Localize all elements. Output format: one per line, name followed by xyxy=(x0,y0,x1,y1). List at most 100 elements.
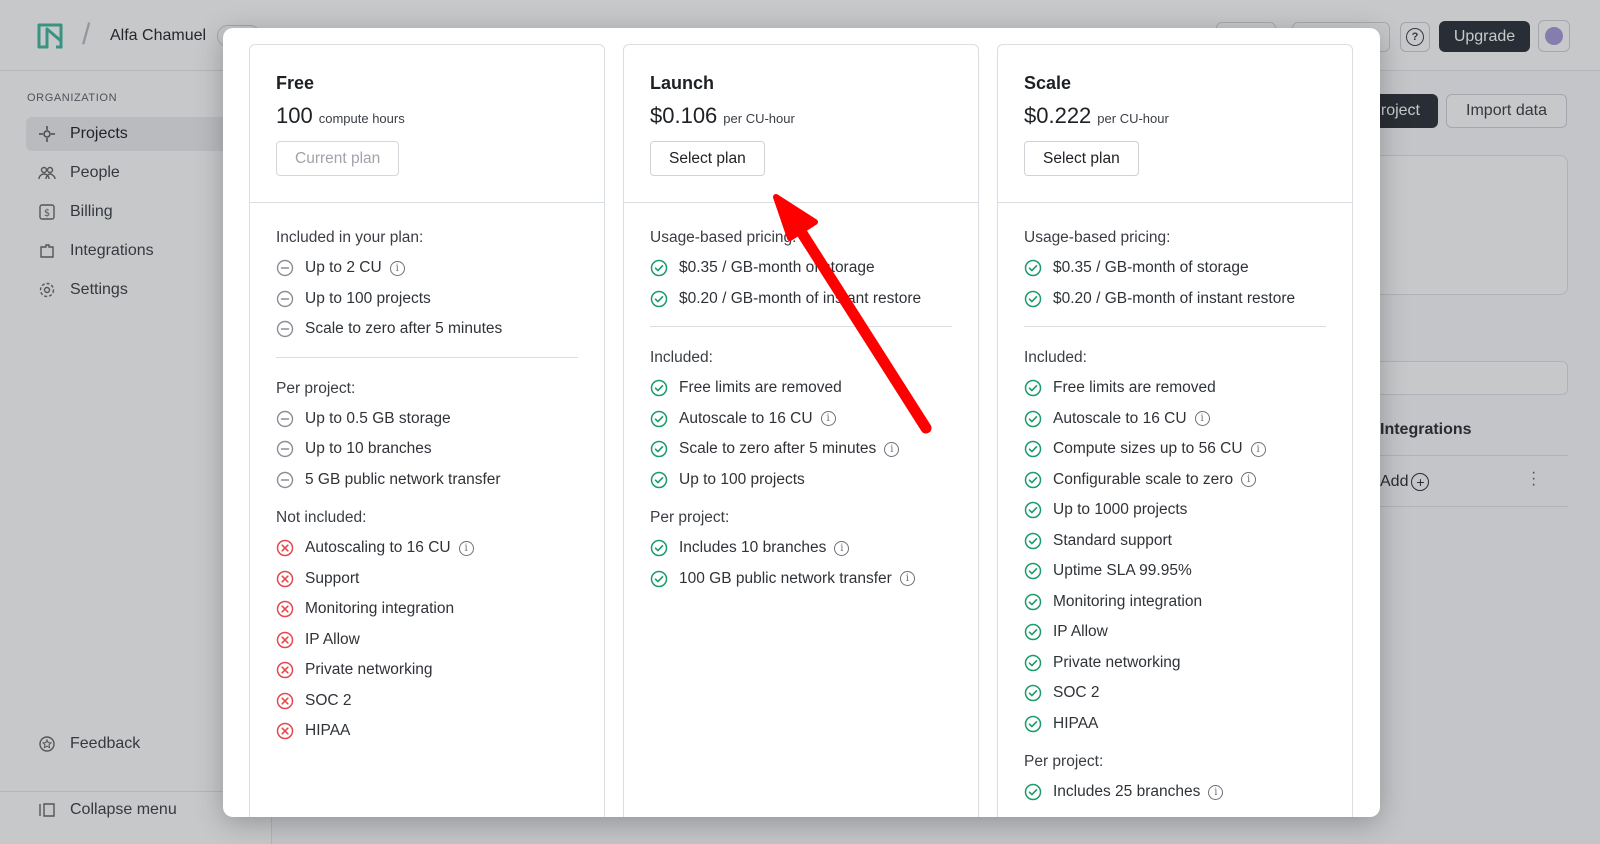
x-circle-icon xyxy=(276,661,294,679)
feature-text: Up to 1000 projects xyxy=(1053,501,1188,519)
check-circle-icon xyxy=(650,410,668,428)
check-circle-icon xyxy=(650,440,668,458)
feature-text: Up to 100 projects xyxy=(305,289,431,307)
feature-text: Up to 2 CU xyxy=(305,259,382,277)
feature-item: Includes 10 branches i xyxy=(650,533,952,564)
price-amount: $0.222 xyxy=(1024,103,1092,128)
feature-text: $0.35 / GB-month of storage xyxy=(1053,259,1249,277)
info-icon[interactable]: i xyxy=(389,260,405,276)
check-circle-icon xyxy=(1024,290,1042,308)
feature-text: Autoscale to 16 CU xyxy=(679,409,813,427)
minus-circle-icon xyxy=(276,320,294,338)
section-title: Included: xyxy=(1024,349,1087,366)
feature-item: Uptime SLA 99.95% xyxy=(1024,556,1326,587)
feature-text: HIPAA xyxy=(1053,714,1099,732)
feature-item: Up to 10 branches xyxy=(276,434,578,465)
feature-text: SOC 2 xyxy=(305,691,352,709)
plan-price: $0.222 per CU-hour xyxy=(1024,103,1326,129)
plan-card-scale: Scale $0.222 per CU-hour Select plan Usage-b… xyxy=(997,44,1353,817)
plan-features: Usage-based pricing: $0.35 / GB-month of … xyxy=(998,203,1352,808)
feature-text: Includes 10 branches xyxy=(679,539,827,557)
feature-text: $0.20 / GB-month of instant restore xyxy=(1053,289,1296,307)
check-circle-icon xyxy=(1024,532,1042,550)
plan-header: Scale $0.222 per CU-hour Select plan xyxy=(998,45,1352,203)
feature-text: Private networking xyxy=(305,661,433,679)
feature-item: Free limits are removed xyxy=(1024,373,1326,404)
plan-header: Free 100 compute hours Current plan xyxy=(250,45,604,203)
x-circle-icon xyxy=(276,539,294,557)
feature-item: Scale to zero after 5 minutes i xyxy=(650,434,952,465)
feature-item: Up to 0.5 GB storage xyxy=(276,404,578,435)
info-icon[interactable]: i xyxy=(820,411,836,427)
plan-price: 100 compute hours xyxy=(276,103,578,129)
select-plan-button[interactable]: Select plan xyxy=(650,141,765,176)
plan-name: Free xyxy=(276,73,315,93)
minus-circle-icon xyxy=(276,259,294,277)
section-divider xyxy=(276,356,578,358)
minus-circle-icon xyxy=(276,440,294,458)
section-title: Usage-based pricing: xyxy=(650,229,797,246)
feature-item: 100 GB public network transfer i xyxy=(650,564,952,595)
info-icon[interactable]: i xyxy=(1250,441,1266,457)
pricing-modal: Free 100 compute hours Current plan Included… xyxy=(223,28,1380,817)
check-circle-icon xyxy=(1024,562,1042,580)
check-circle-icon xyxy=(650,471,668,489)
feature-item: $0.20 / GB-month of instant restore xyxy=(650,284,952,315)
section-title: Included in your plan: xyxy=(276,229,424,246)
price-amount: 100 xyxy=(276,103,313,128)
check-circle-icon xyxy=(1024,379,1042,397)
x-circle-icon xyxy=(276,722,294,740)
feature-text: Autoscaling to 16 CU xyxy=(305,539,451,557)
check-circle-icon xyxy=(1024,783,1042,801)
feature-text: $0.20 / GB-month of instant restore xyxy=(679,289,922,307)
feature-item: Up to 100 projects xyxy=(650,465,952,496)
feature-item: Autoscaling to 16 CU i xyxy=(276,533,578,564)
feature-item: Standard support xyxy=(1024,526,1326,557)
plan-name: Scale xyxy=(1024,73,1072,93)
feature-item: IP Allow xyxy=(1024,617,1326,648)
check-circle-icon xyxy=(650,259,668,277)
check-circle-icon xyxy=(1024,440,1042,458)
plan-header: Launch $0.106 per CU-hour Select plan xyxy=(624,45,978,203)
section-title: Per project: xyxy=(1024,753,1104,770)
info-icon[interactable]: i xyxy=(834,540,850,556)
feature-text: Free limits are removed xyxy=(1053,379,1216,397)
plan-price: $0.106 per CU-hour xyxy=(650,103,952,129)
check-circle-icon xyxy=(650,379,668,397)
check-circle-icon xyxy=(1024,410,1042,428)
price-unit: per CU-hour xyxy=(1097,111,1169,126)
plan-card-launch: Launch $0.106 per CU-hour Select plan Usage-… xyxy=(623,44,979,817)
info-icon[interactable]: i xyxy=(1194,411,1210,427)
feature-text: Monitoring integration xyxy=(305,600,455,618)
check-circle-icon xyxy=(650,570,668,588)
feature-text: $0.35 / GB-month of storage xyxy=(679,259,875,277)
info-icon[interactable]: i xyxy=(899,571,915,587)
feature-text: Compute sizes up to 56 CU xyxy=(1053,440,1243,458)
info-icon[interactable]: i xyxy=(1208,784,1224,800)
plan-features: Included in your plan: Up to 2 CU i Up to 1… xyxy=(250,203,604,747)
feature-item: Monitoring integration xyxy=(1024,587,1326,618)
feature-item: HIPAA xyxy=(276,716,578,747)
plan-card-free: Free 100 compute hours Current plan Included… xyxy=(249,44,605,817)
check-circle-icon xyxy=(1024,715,1042,733)
feature-text: Configurable scale to zero xyxy=(1053,470,1234,488)
feature-item: Up to 2 CU i xyxy=(276,253,578,284)
feature-item: Support xyxy=(276,564,578,595)
minus-circle-icon xyxy=(276,290,294,308)
feature-text: IP Allow xyxy=(305,630,360,648)
info-icon[interactable]: i xyxy=(884,441,900,457)
feature-item: Compute sizes up to 56 CU i xyxy=(1024,434,1326,465)
section-title: Included: xyxy=(650,349,713,366)
select-plan-button[interactable]: Select plan xyxy=(1024,141,1139,176)
info-icon[interactable]: i xyxy=(458,540,474,556)
feature-text: 100 GB public network transfer xyxy=(679,569,892,587)
feature-item: 5 GB public network transfer xyxy=(276,465,578,496)
feature-text: Up to 10 branches xyxy=(305,440,432,458)
section-divider xyxy=(1024,326,1326,327)
check-circle-icon xyxy=(650,539,668,557)
current-plan-button[interactable]: Current plan xyxy=(276,141,400,176)
info-icon[interactable]: i xyxy=(1241,472,1257,488)
feature-item: Configurable scale to zero i xyxy=(1024,465,1326,496)
feature-item: Includes 25 branches i xyxy=(1024,777,1326,808)
feature-text: Monitoring integration xyxy=(1053,592,1203,610)
